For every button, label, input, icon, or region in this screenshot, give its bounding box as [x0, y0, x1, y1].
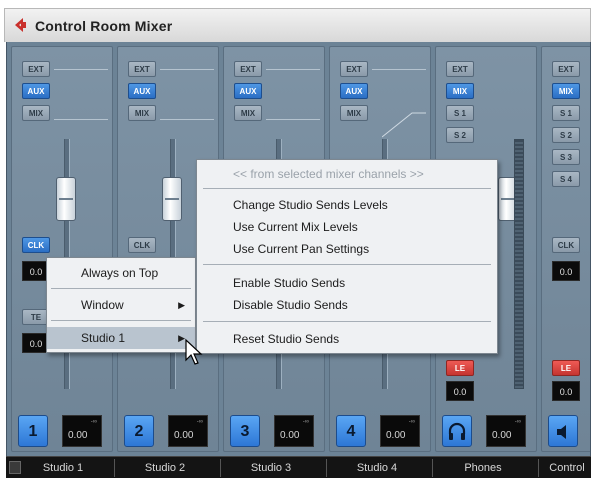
- level-value: 0.00: [386, 430, 406, 441]
- strip-number-button[interactable]: 2: [124, 415, 154, 447]
- menu-separator: [203, 188, 491, 189]
- title-bar[interactable]: Control Room Mixer: [4, 8, 591, 42]
- fader-knob[interactable]: [162, 177, 182, 221]
- send-line: [54, 69, 108, 70]
- menu-item-label: Window: [81, 298, 124, 312]
- ext-button[interactable]: EXT: [234, 61, 262, 77]
- send-2-button[interactable]: S 2: [446, 127, 474, 143]
- aux-button[interactable]: AUX: [234, 83, 262, 99]
- send-line: [372, 69, 426, 70]
- mix-button[interactable]: MIX: [552, 83, 580, 99]
- level-readout: -∞ 0.00: [62, 415, 102, 447]
- speaker-button[interactable]: [548, 415, 578, 447]
- menu-separator: [203, 321, 491, 322]
- channel-strip-control: EXT MIX S 1 S 2 S 3 S 4 CLK 0.0 LE 0.0: [541, 46, 590, 452]
- mix-button[interactable]: MIX: [446, 83, 474, 99]
- submenu-header: << from selected mixer channels >>: [233, 167, 424, 181]
- level-readout: -∞ 0.00: [486, 415, 526, 447]
- level-readout: -∞ 0.00: [380, 415, 420, 447]
- send-ramp-graphic: [382, 112, 426, 138]
- send-line: [266, 119, 320, 120]
- level-value: 0.00: [174, 430, 194, 441]
- menu-separator: [51, 320, 191, 321]
- mouse-cursor-icon: [185, 338, 203, 365]
- ext-button[interactable]: EXT: [128, 61, 156, 77]
- window-title: Control Room Mixer: [35, 18, 173, 34]
- send-1-button[interactable]: S 1: [552, 105, 580, 121]
- strip-number: 4: [346, 423, 356, 440]
- mix-button[interactable]: MIX: [22, 105, 50, 121]
- level-value: 0.00: [280, 430, 300, 441]
- back-arrow-icon[interactable]: [13, 17, 27, 33]
- small-readout: 0.0: [552, 261, 580, 281]
- aux-button[interactable]: AUX: [22, 83, 50, 99]
- menu-item-use-current-pan-settings[interactable]: Use Current Pan Settings: [197, 238, 497, 260]
- small-readout: 0.0: [446, 381, 474, 401]
- speaker-icon: [557, 425, 566, 439]
- strip-name-phones: Phones: [464, 462, 502, 474]
- ext-button[interactable]: EXT: [22, 61, 50, 77]
- send-2-button[interactable]: S 2: [552, 127, 580, 143]
- click-button[interactable]: CLK: [552, 237, 580, 253]
- headphones-button[interactable]: [442, 415, 472, 447]
- ext-button[interactable]: EXT: [340, 61, 368, 77]
- menu-item-enable-studio-sends[interactable]: Enable Studio Sends: [197, 272, 497, 294]
- menu-separator: [203, 264, 491, 265]
- expand-button[interactable]: [9, 461, 21, 474]
- context-menu: Always on Top Window ▶ Studio 1 ▶: [46, 257, 196, 353]
- send-line: [160, 119, 214, 120]
- strip-number-button[interactable]: 3: [230, 415, 260, 447]
- channel-strip-studio-1: EXT AUX MIX CLK 0.0 TE 0.0 1 -∞ 0.00: [11, 46, 113, 452]
- strip-name-studio-1: Studio 1: [42, 462, 84, 474]
- strip-name-studio-4: Studio 4: [356, 462, 398, 474]
- menu-item-change-studio-sends-levels[interactable]: Change Studio Sends Levels: [197, 194, 497, 216]
- strip-number: 1: [28, 423, 38, 440]
- level-readout: -∞ 0.00: [274, 415, 314, 447]
- mix-button[interactable]: MIX: [128, 105, 156, 121]
- ext-button[interactable]: EXT: [446, 61, 474, 77]
- listen-enable-button[interactable]: LE: [552, 360, 580, 376]
- strip-name-bar: Studio 1 Studio 2 Studio 3 Studio 4 Phon…: [6, 456, 591, 478]
- send-1-button[interactable]: S 1: [446, 105, 474, 121]
- level-value: 0.00: [68, 430, 88, 441]
- menu-item-disable-studio-sends[interactable]: Disable Studio Sends: [197, 294, 497, 316]
- strip-number: 3: [240, 423, 250, 440]
- strip-number: 2: [134, 423, 144, 440]
- ext-button[interactable]: EXT: [552, 61, 580, 77]
- studio-submenu: << from selected mixer channels >> Chang…: [196, 159, 498, 354]
- mix-button[interactable]: MIX: [340, 105, 368, 121]
- menu-item-window[interactable]: Window ▶: [47, 294, 195, 316]
- listen-enable-button[interactable]: LE: [446, 360, 474, 376]
- small-readout: 0.0: [552, 381, 580, 401]
- click-button[interactable]: CLK: [22, 237, 50, 253]
- level-value: 0.00: [492, 430, 512, 441]
- click-button[interactable]: CLK: [128, 237, 156, 253]
- send-3-button[interactable]: S 3: [552, 149, 580, 165]
- strip-name-studio-2: Studio 2: [144, 462, 186, 474]
- strip-name-studio-3: Studio 3: [250, 462, 292, 474]
- strip-name-control: Control: [549, 462, 585, 474]
- menu-item-use-current-mix-levels[interactable]: Use Current Mix Levels: [197, 216, 497, 238]
- menu-item-always-on-top[interactable]: Always on Top: [47, 262, 195, 284]
- fader-knob[interactable]: [56, 177, 76, 221]
- send-line: [160, 69, 214, 70]
- control-room-mixer-window: Control Room Mixer EXT AUX MIX CLK 0.0 T…: [0, 0, 595, 481]
- mix-button[interactable]: MIX: [234, 105, 262, 121]
- menu-item-label: Studio 1: [81, 331, 126, 345]
- submenu-arrow-icon: ▶: [178, 300, 185, 310]
- menu-item-reset-studio-sends[interactable]: Reset Studio Sends: [197, 328, 497, 350]
- menu-separator: [51, 288, 191, 289]
- headphones-icon: [448, 422, 466, 440]
- send-4-button[interactable]: S 4: [552, 171, 580, 187]
- level-readout: -∞ 0.00: [168, 415, 208, 447]
- strip-number-button[interactable]: 4: [336, 415, 366, 447]
- level-meter: [514, 139, 524, 389]
- aux-button[interactable]: AUX: [340, 83, 368, 99]
- menu-item-studio-1[interactable]: Studio 1 ▶: [47, 327, 195, 349]
- strip-number-button[interactable]: 1: [18, 415, 48, 447]
- aux-button[interactable]: AUX: [128, 83, 156, 99]
- send-line: [266, 69, 320, 70]
- send-line: [54, 119, 108, 120]
